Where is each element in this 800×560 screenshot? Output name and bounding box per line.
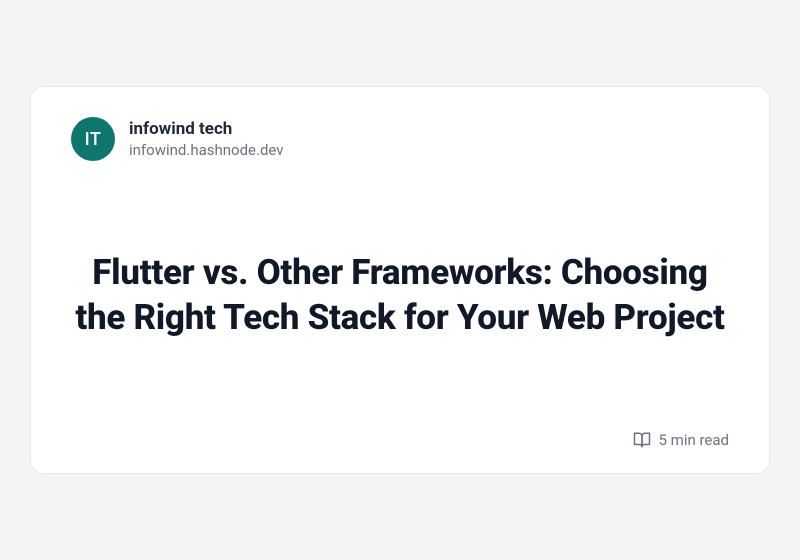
article-title: Flutter vs. Other Frameworks: Choosing t… — [71, 251, 729, 341]
article-card: IT infowind tech infowind.hashnode.dev F… — [30, 86, 770, 474]
title-wrap: Flutter vs. Other Frameworks: Choosing t… — [71, 161, 729, 431]
author-name: infowind tech — [129, 119, 284, 139]
read-time: 5 min read — [659, 431, 729, 449]
card-header: IT infowind tech infowind.hashnode.dev — [71, 117, 729, 161]
card-footer: 5 min read — [71, 431, 729, 449]
avatar-initials: IT — [85, 129, 102, 150]
book-icon — [633, 431, 651, 449]
avatar: IT — [71, 117, 115, 161]
author-block: infowind tech infowind.hashnode.dev — [129, 119, 284, 159]
author-domain: infowind.hashnode.dev — [129, 141, 284, 159]
